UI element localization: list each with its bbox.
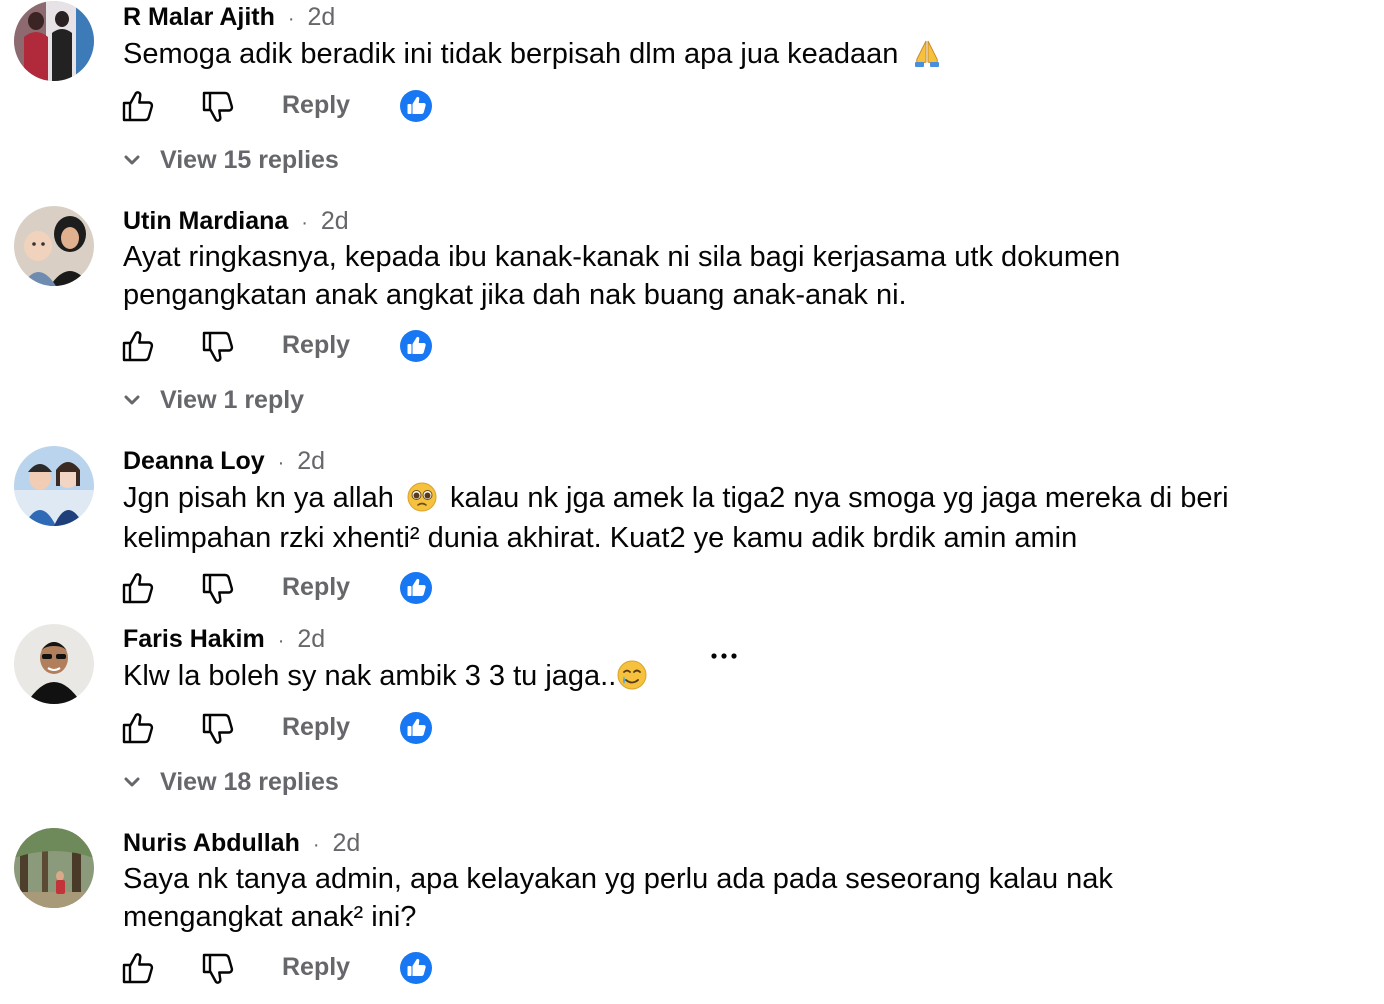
more-options-icon[interactable] xyxy=(708,648,740,664)
comment-text: Semoga adik beradik ini tidak berpisah d… xyxy=(123,34,1323,74)
avatar[interactable] xyxy=(14,624,94,704)
like-icon[interactable] xyxy=(120,950,156,986)
reply-button[interactable]: Reply xyxy=(282,713,350,742)
comment-time[interactable]: 2d xyxy=(332,829,360,857)
avatar[interactable] xyxy=(14,446,94,526)
avatar[interactable] xyxy=(14,1,94,81)
commenter-name[interactable]: Nuris Abdullah xyxy=(123,829,300,857)
reply-button[interactable]: Reply xyxy=(282,91,350,120)
comment-time[interactable]: 2d xyxy=(307,3,335,31)
avatar[interactable] xyxy=(14,206,94,286)
reply-button[interactable]: Reply xyxy=(282,573,350,602)
comment-time[interactable]: 2d xyxy=(297,447,325,475)
like-icon[interactable] xyxy=(120,710,156,746)
like-reaction-icon[interactable] xyxy=(399,951,433,985)
commenter-name[interactable]: Utin Mardiana xyxy=(123,207,288,235)
separator-dot: · xyxy=(287,8,295,30)
folded-hands-emoji-icon xyxy=(914,40,939,67)
like-icon[interactable] xyxy=(120,328,156,364)
view-replies-button[interactable]: View 15 replies xyxy=(122,146,339,175)
commenter-name[interactable]: Deanna Loy xyxy=(123,447,265,475)
like-reaction-icon[interactable] xyxy=(399,329,433,363)
dislike-icon[interactable] xyxy=(200,950,236,986)
view-replies-button[interactable]: View 1 reply xyxy=(122,386,304,415)
reply-button[interactable]: Reply xyxy=(282,953,350,982)
like-reaction-icon[interactable] xyxy=(399,711,433,745)
avatar[interactable] xyxy=(14,828,94,908)
commenter-name[interactable]: Faris Hakim xyxy=(123,625,265,653)
smiling-face-with-tear-emoji-icon xyxy=(617,660,647,690)
like-reaction-icon[interactable] xyxy=(399,89,433,123)
separator-dot: · xyxy=(312,834,320,856)
reply-button[interactable]: Reply xyxy=(282,331,350,360)
like-reaction-icon[interactable] xyxy=(399,571,433,605)
comment-text: Jgn pisah kn ya allah kalau nk jga amek … xyxy=(123,482,1229,554)
pleading-face-emoji-icon xyxy=(407,482,437,512)
dislike-icon[interactable] xyxy=(200,328,236,364)
dislike-icon[interactable] xyxy=(200,88,236,124)
dislike-icon[interactable] xyxy=(200,710,236,746)
chevron-down-icon xyxy=(122,772,142,792)
chevron-down-icon xyxy=(122,150,142,170)
commenter-name[interactable]: R Malar Ajith xyxy=(123,3,275,31)
chevron-down-icon xyxy=(122,390,142,410)
comment-time[interactable]: 2d xyxy=(321,207,349,235)
like-icon[interactable] xyxy=(120,570,156,606)
view-replies-button[interactable]: View 18 replies xyxy=(122,768,339,797)
separator-dot: · xyxy=(277,452,285,474)
comment-time[interactable]: 2d xyxy=(297,625,325,653)
separator-dot: · xyxy=(301,212,308,234)
like-icon[interactable] xyxy=(120,88,156,124)
separator-dot: · xyxy=(277,630,285,652)
comment-text: Ayat ringkasnya, kepada ibu kanak-kanak … xyxy=(123,241,1121,311)
comment-text: Saya nk tanya admin, apa kelayakan yg pe… xyxy=(123,863,1113,933)
dislike-icon[interactable] xyxy=(200,570,236,606)
comment-text: Klw la boleh sy nak ambik 3 3 tu jaga.. xyxy=(123,656,683,696)
